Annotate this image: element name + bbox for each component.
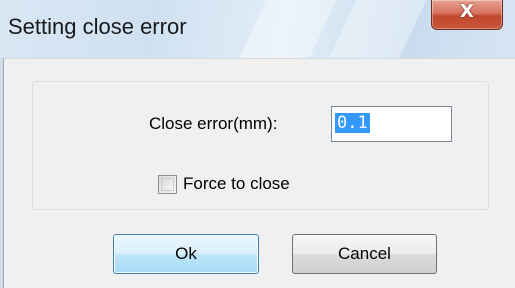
close-error-input[interactable]: 0.1 (331, 106, 452, 142)
glass-highlight (314, 0, 436, 58)
force-close-checkbox[interactable] (158, 175, 177, 194)
close-error-value: 0.1 (335, 113, 370, 133)
cancel-button[interactable]: Cancel (292, 234, 437, 274)
ok-button-label: Ok (175, 244, 197, 263)
close-icon: X (460, 1, 474, 22)
ok-button[interactable]: Ok (113, 234, 259, 274)
close-button[interactable]: X (431, 0, 503, 30)
force-close-label[interactable]: Force to close (183, 174, 290, 194)
window-frame (0, 58, 4, 288)
title-bar[interactable]: Setting close error X (0, 0, 515, 58)
glass-highlight (224, 0, 346, 58)
window-title: Setting close error (8, 14, 187, 39)
cancel-button-label: Cancel (338, 244, 391, 263)
close-error-label: Close error(mm): (149, 114, 278, 133)
